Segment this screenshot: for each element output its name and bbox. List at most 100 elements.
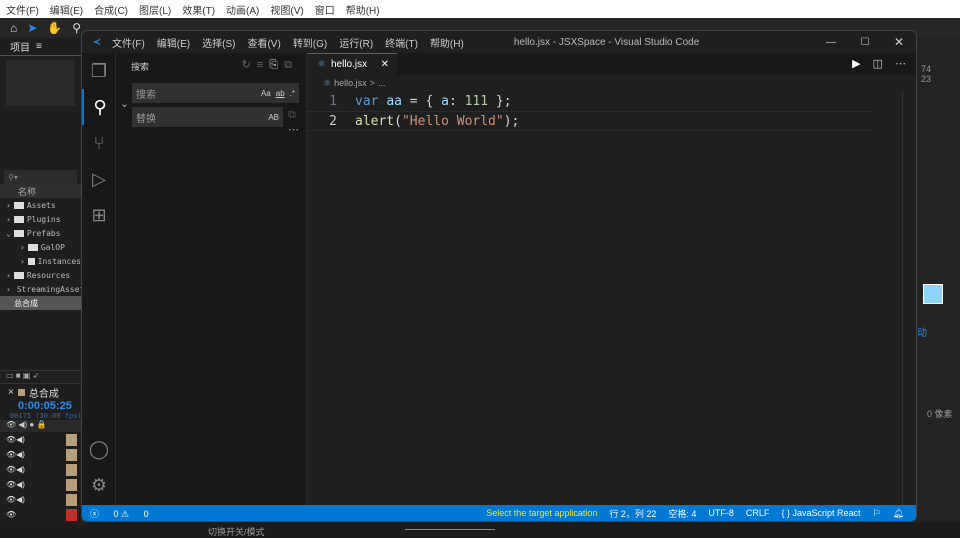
encoding[interactable]: UTF-8 [708,508,734,518]
settings-gear-icon[interactable]: ⚙ [82,467,116,503]
fill-color-swatch[interactable] [923,284,943,304]
menu-run[interactable]: 运行(R) [339,35,373,50]
sidebar-title: 搜索 [131,62,150,72]
ae-menu-window[interactable]: 窗口 [315,2,335,17]
indentation[interactable]: 空格: 4 [668,507,696,520]
status-message[interactable]: Select the target application [486,508,597,518]
ae-menu-layer[interactable]: 图层(L) [139,2,171,17]
ae-menu-view[interactable]: 视图(V) [270,2,303,17]
ae-menu-file[interactable]: 文件(F) [6,2,39,17]
ae-menu-animation[interactable]: 动画(A) [226,2,259,17]
search-input[interactable]: 搜索 Aa ab .* [132,83,299,103]
zoom-slider[interactable] [405,529,495,530]
clear-results-icon[interactable]: ≡ [257,59,269,71]
tab-hello-jsx[interactable]: ⚛ hello.jsx ✕ [307,53,397,75]
tree-item[interactable]: › GalOP [0,240,81,254]
refresh-icon[interactable]: ↻ [242,59,257,71]
tree-item[interactable]: › Plugins [0,212,81,226]
maximize-button[interactable]: ☐ [848,37,882,48]
feedback-icon[interactable]: ⚐ [872,508,880,519]
new-search-editor-icon[interactable]: ⎘ [269,59,284,71]
timecode[interactable]: 0:00:05:25 [0,400,81,412]
menu-selection[interactable]: 选择(S) [202,35,235,50]
ae-menu-help[interactable]: 帮助(H) [346,2,380,17]
ae-menu-effect[interactable]: 效果(T) [182,2,215,17]
window-title: hello.jsx - JSXSpace - Visual Studio Cod… [513,36,700,48]
language-mode[interactable]: { } JavaScript React [781,508,860,518]
layer-color [66,463,77,476]
name-column-header[interactable]: 名称 [0,184,81,198]
menu-terminal[interactable]: 终端(T) [385,35,418,50]
menu-edit[interactable]: 编辑(E) [157,35,190,50]
match-whole-word-toggle[interactable]: ab [276,89,285,98]
tree-item[interactable]: ›StreamingAssets [0,282,81,296]
cursor-position[interactable]: 行 2，列 22 [609,507,656,520]
activity-bar: ❐ ⚲ ⑂ ▷ ⊞ ◯ ⚙ [82,53,116,507]
zoom-tool-icon[interactable]: ⚲ [72,21,81,35]
line-number: 1 [329,93,337,109]
project-search[interactable]: ⚲▾ [4,170,77,184]
layer-row[interactable]: 👁◀) [0,492,81,507]
explorer-icon[interactable]: ❐ [82,53,116,89]
menu-view[interactable]: 查看(V) [247,35,280,50]
extensions-icon[interactable]: ⊞ [82,197,116,233]
layer-row[interactable]: 👁◀) [0,447,81,462]
run-debug-icon[interactable]: ▷ [82,161,116,197]
code-line[interactable]: 1 var aa = { a: 111 }; [307,91,916,111]
tab-bar: ⚛ hello.jsx ✕ ▶ ◫ ⋯ [307,53,916,75]
scrollbar[interactable] [902,91,916,507]
menu-icon[interactable]: ≡ [36,41,42,52]
ae-menu-edit[interactable]: 编辑(E) [50,2,83,17]
layer-row[interactable]: 👁◀) [0,462,81,477]
toggle-replace-chevron-icon[interactable]: ⌄ [120,97,129,110]
tree-item[interactable]: › Resources [0,268,81,282]
menu-go[interactable]: 转到(G) [293,35,327,50]
preserve-case-toggle[interactable]: AB [268,113,279,122]
regex-toggle[interactable]: .* [290,89,295,98]
home-icon[interactable]: ⌂ [10,21,17,35]
menu-help[interactable]: 帮助(H) [430,35,464,50]
layer-row[interactable]: 👁◀) [0,432,81,447]
layer-row[interactable]: 👁 [0,507,81,522]
selection-tool-icon[interactable]: ➤ [27,21,37,35]
notifications-bell-icon[interactable]: 🔔︎ [893,508,904,519]
hand-tool-icon[interactable]: ✋ [47,21,62,35]
pixel-value[interactable]: 0 像素 [927,407,953,420]
line-ending[interactable]: CRLF [746,508,770,518]
react-file-icon: ⚛ [317,59,326,70]
close-tab-icon[interactable]: ✕ [381,59,389,70]
more-options-icon[interactable]: ⋯ [288,123,299,136]
breadcrumb-file[interactable]: hello.jsx [334,78,367,88]
tree-item[interactable]: › Instances [0,254,81,268]
breadcrumb-separator: > [369,78,375,88]
project-tab[interactable]: 项目 [10,39,30,54]
run-icon[interactable]: ▶ [846,53,866,75]
replace-all-icon[interactable]: ⧉ [288,109,296,122]
minimize-button[interactable]: — [814,37,848,48]
code-line-active[interactable]: 2 alert("Hello World"); [307,111,871,131]
close-icon[interactable]: × [8,387,14,398]
account-icon[interactable]: ◯ [82,431,116,467]
replace-input[interactable]: 替换 AB [132,107,283,127]
layer-row[interactable]: 👁◀) [0,477,81,492]
more-actions-icon[interactable]: ⋯ [889,53,916,75]
tree-item[interactable]: › Assets [0,198,81,212]
ae-bottom-bar: 切换开关/模式 [0,522,960,538]
tree-item[interactable]: ⌄ Prefabs [0,226,81,240]
search-icon[interactable]: ⚲ [82,89,116,125]
menu-file[interactable]: 文件(F) [112,35,145,50]
editor-area: ⚛ hello.jsx ✕ ▶ ◫ ⋯ ⚛ hello.jsx > ... 1 … [307,53,916,507]
comp-item[interactable]: 总合成 [0,296,81,310]
source-control-icon[interactable]: ⑂ [82,125,116,161]
match-case-toggle[interactable]: Aa [261,89,271,98]
ae-menu-composition[interactable]: 合成(C) [94,2,128,17]
problems-indicator[interactable]: ⓧ 0 ⚠ 0 [90,507,149,520]
collapse-all-icon[interactable]: ⧉ [284,59,298,71]
close-window-button[interactable]: ✕ [882,35,916,49]
layer-color [66,493,77,506]
timeline-tab[interactable]: 总合成 [29,385,59,400]
ae-menu-bar: 文件(F) 编辑(E) 合成(C) 图层(L) 效果(T) 动画(A) 视图(V… [0,0,960,18]
split-editor-icon[interactable]: ◫ [867,53,889,75]
breadcrumb-symbol[interactable]: ... [378,78,386,88]
toggle-mode-button[interactable]: 切换开关/模式 [208,525,265,538]
